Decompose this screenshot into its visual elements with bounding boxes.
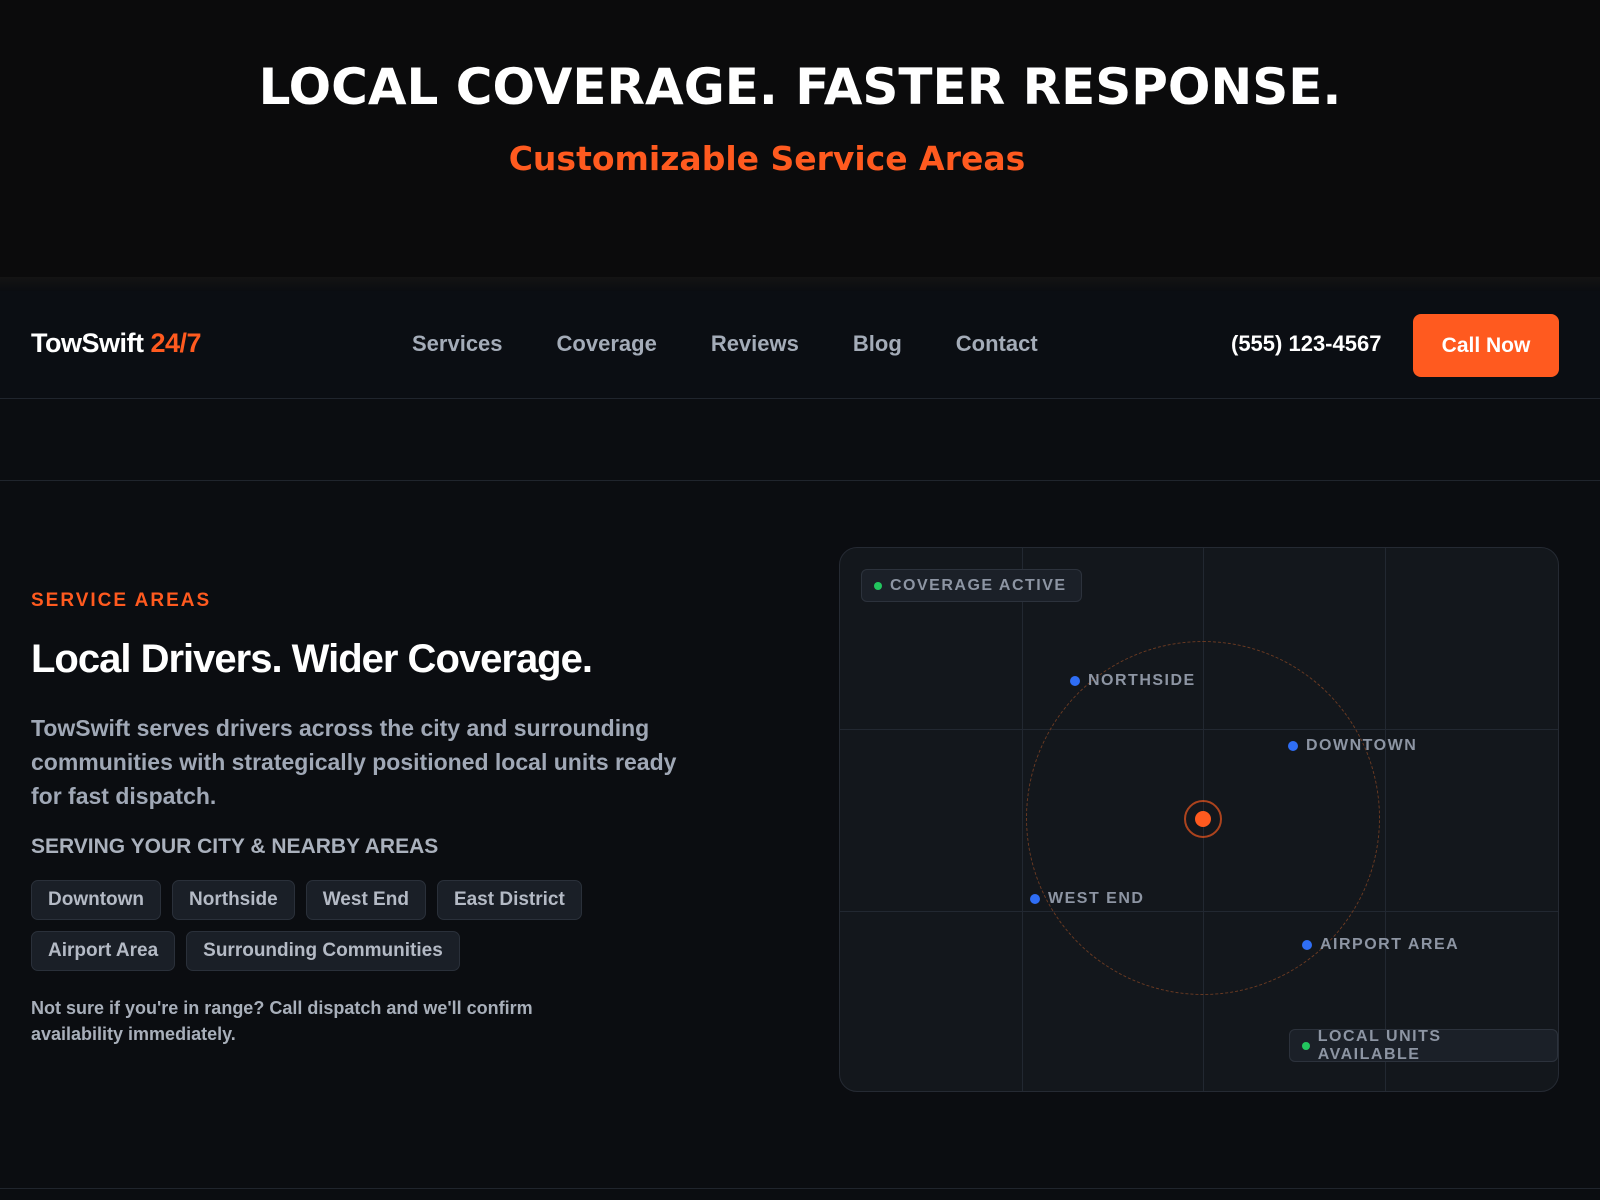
area-chip-downtown[interactable]: Downtown: [31, 880, 162, 920]
section-headline: Local Drivers. Wider Coverage.: [31, 637, 593, 681]
map-marker-label: NORTHSIDE: [1088, 672, 1196, 689]
logo-name: TowSwift: [31, 328, 144, 358]
local-units-badge: LOCAL UNITS AVAILABLE: [1289, 1027, 1558, 1063]
nav-link-coverage[interactable]: Coverage: [557, 331, 657, 357]
banner-divider: [0, 277, 1600, 291]
area-chip-airport-area[interactable]: Airport Area: [31, 931, 176, 971]
area-chip-east-district[interactable]: East District: [436, 880, 582, 920]
nav-link-reviews[interactable]: Reviews: [711, 331, 799, 357]
map-pin-icon: [1288, 741, 1298, 751]
top-navigation: TowSwift 24/7 Services Coverage Reviews …: [0, 291, 1600, 399]
map-marker-label: WEST END: [1048, 890, 1145, 907]
map-grid-line: [1022, 548, 1023, 1091]
map-grid-line: [1385, 548, 1386, 1091]
local-units-label: LOCAL UNITS AVAILABLE: [1317, 1027, 1442, 1063]
map-marker-northside[interactable]: NORTHSIDE: [1070, 672, 1196, 690]
map-marker-label: DOWNTOWN: [1306, 737, 1418, 754]
site-logo[interactable]: TowSwift 24/7: [31, 328, 202, 359]
coverage-active-badge: COVERAGE ACTIVE: [861, 569, 1082, 602]
nav-link-contact[interactable]: Contact: [956, 331, 1038, 357]
range-note: Not sure if you're in range? Call dispat…: [31, 998, 533, 1044]
phone-number-link[interactable]: (555) 123-4567: [1231, 331, 1381, 357]
section-divider: [0, 480, 1600, 481]
map-marker-label: AIRPORT AREA: [1320, 936, 1460, 953]
footer-divider: [0, 1188, 1600, 1189]
nav-links: Services Coverage Reviews Blog Contact: [412, 331, 1038, 357]
map-marker-downtown[interactable]: DOWNTOWN: [1288, 737, 1417, 755]
area-chip-northside[interactable]: Northside: [172, 880, 295, 920]
call-now-button[interactable]: Call Now: [1413, 314, 1559, 377]
map-pin-icon: [1302, 940, 1312, 950]
nav-link-services[interactable]: Services: [412, 331, 503, 357]
area-chips: Downtown Northside West End East Distric…: [31, 880, 731, 971]
area-chip-west-end[interactable]: West End: [305, 880, 426, 920]
banner-subtitle: Customizable Service Areas: [508, 139, 1026, 178]
banner-title: LOCAL COVERAGE. FASTER RESPONSE.: [258, 58, 1342, 116]
map-pin-icon: [1030, 894, 1040, 904]
status-dot-icon: [874, 581, 882, 590]
section-description: TowSwift serves drivers across the city …: [31, 715, 677, 809]
dispatch-center-dot: [1195, 811, 1211, 827]
serving-label: SERVING YOUR CITY & NEARBY AREAS: [31, 835, 439, 858]
map-marker-airport-area[interactable]: AIRPORT AREA: [1302, 936, 1459, 954]
map-pin-icon: [1070, 676, 1080, 686]
status-dot-icon: [1302, 1041, 1310, 1050]
area-chip-surrounding-communities[interactable]: Surrounding Communities: [186, 931, 460, 971]
nav-link-blog[interactable]: Blog: [853, 331, 902, 357]
map-marker-west-end[interactable]: WEST END: [1030, 890, 1144, 908]
coverage-active-label: COVERAGE ACTIVE: [890, 576, 1067, 594]
coverage-map: COVERAGE ACTIVE NORTHSIDE DOWNTOWN WEST …: [839, 547, 1559, 1092]
section-eyebrow: SERVICE AREAS: [31, 590, 212, 611]
promo-banner: LOCAL COVERAGE. FASTER RESPONSE. Customi…: [0, 0, 1600, 281]
logo-accent: 24/7: [150, 328, 202, 358]
